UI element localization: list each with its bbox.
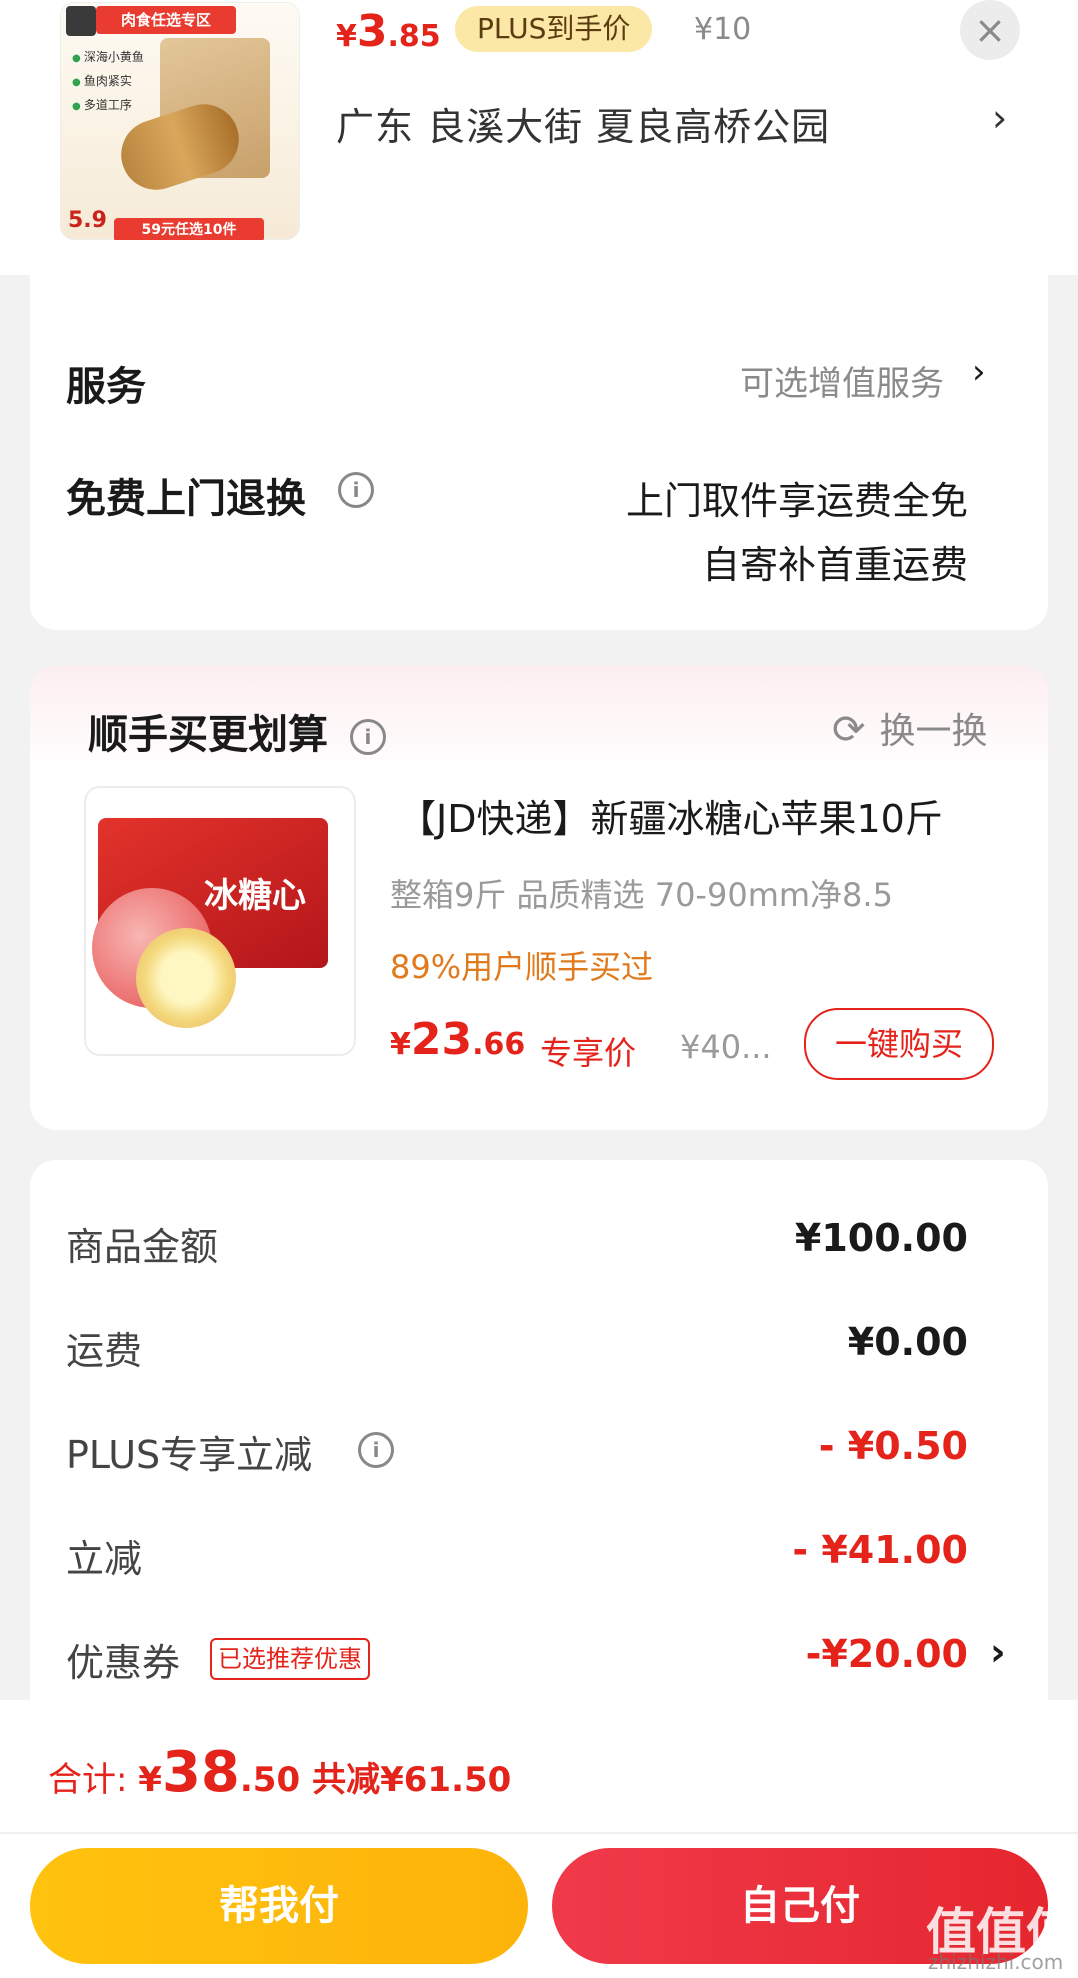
coupon-selected-tag: 已选推荐优惠 bbox=[210, 1638, 370, 1680]
watermark-url: zhizhizhi.com bbox=[928, 1950, 1064, 1974]
thumb-bullet: 多道工序 bbox=[72, 94, 144, 118]
coupon-label: 优惠券 bbox=[66, 1641, 181, 1685]
chevron-right-icon[interactable]: › bbox=[972, 352, 986, 392]
price-integer: 3 bbox=[356, 6, 388, 57]
service-label: 服务 bbox=[66, 364, 146, 410]
free-return-label: 免费上门退换 bbox=[66, 476, 306, 522]
box-label: 冰糖心 bbox=[204, 876, 306, 916]
one-click-buy-button[interactable]: 一键购买 bbox=[804, 1008, 994, 1080]
info-icon[interactable]: i bbox=[358, 1432, 394, 1468]
total-currency: ¥ bbox=[138, 1760, 162, 1800]
thumb-price: 5.9 bbox=[68, 208, 107, 233]
price-decimal: .85 bbox=[387, 19, 441, 54]
total-saved: 共减¥61.50 bbox=[312, 1760, 512, 1800]
info-icon[interactable]: i bbox=[338, 472, 374, 508]
refresh-icon: ⟳ bbox=[832, 707, 866, 753]
product-buyers: 89%用户顺手买过 bbox=[390, 948, 654, 986]
total-decimal: .50 bbox=[239, 1760, 301, 1800]
product-title[interactable]: 【JD快递】新疆冰糖心苹果10斤 bbox=[398, 788, 943, 843]
chevron-right-icon[interactable]: › bbox=[990, 1630, 1006, 1674]
product-image[interactable]: 冰糖心 bbox=[84, 786, 356, 1056]
thumb-promo: 59元任选10件 bbox=[114, 218, 264, 240]
product-price: ¥23.66 bbox=[390, 1014, 525, 1065]
help-me-pay-button[interactable]: 帮我付 bbox=[30, 1848, 528, 1964]
original-price: ¥10 bbox=[694, 12, 752, 47]
total-label: 合计: bbox=[48, 1760, 139, 1800]
price-currency: ¥ bbox=[336, 19, 357, 54]
free-return-line1: 上门取件享运费全免 bbox=[625, 479, 968, 523]
thumb-bullet: 鱼肉紧实 bbox=[72, 70, 144, 94]
thumb-tag: 肉食任选专区 bbox=[96, 6, 236, 34]
recommend-title-text: 顺手买更划算 bbox=[88, 712, 328, 758]
price-currency: ¥ bbox=[390, 1027, 411, 1062]
free-return-line2: 自寄补首重运费 bbox=[701, 543, 968, 587]
exclusive-label: 专享价 bbox=[540, 1034, 637, 1072]
goods-amount-label: 商品金额 bbox=[66, 1225, 219, 1269]
close-button[interactable]: × bbox=[960, 0, 1020, 60]
total-summary: 合计: ¥38.50 共减¥61.50 bbox=[48, 1740, 511, 1805]
close-icon: × bbox=[974, 8, 1006, 52]
price-decimal: .66 bbox=[472, 1027, 526, 1062]
refresh-button[interactable]: ⟳ 换一换 bbox=[832, 702, 988, 754]
coupon-value[interactable]: -¥20.00 bbox=[668, 1632, 968, 1676]
plus-price-badge: PLUS到手价 bbox=[455, 6, 653, 52]
service-value[interactable]: 可选增值服务 bbox=[740, 356, 944, 405]
price-integer: 23 bbox=[410, 1014, 473, 1065]
thumb-bullets: 深海小黄鱼 鱼肉紧实 多道工序 bbox=[72, 46, 144, 118]
plus-price: ¥3.85 bbox=[336, 6, 441, 57]
delivery-address[interactable]: 广东 良溪大街 夏良高桥公园 bbox=[336, 96, 830, 151]
info-icon[interactable]: i bbox=[349, 719, 386, 755]
thumb-bullet: 深海小黄鱼 bbox=[72, 46, 144, 70]
total-integer: 38 bbox=[161, 1740, 240, 1805]
product-original-price: ¥40... bbox=[680, 1028, 772, 1066]
product-description: 整箱9斤 品质精选 70-90mm净8.5 bbox=[390, 876, 893, 914]
product-thumbnail[interactable]: 肉食任选专区 深海小黄鱼 鱼肉紧实 多道工序 5.9 59元任选10件 bbox=[60, 2, 300, 240]
shipping-label: 运费 bbox=[66, 1329, 143, 1373]
instant-discount-label: 立减 bbox=[66, 1537, 143, 1581]
chevron-right-icon[interactable]: › bbox=[992, 96, 1007, 140]
recommend-title: 顺手买更划算 i bbox=[88, 702, 386, 760]
plus-discount-label: PLUS专享立减 bbox=[66, 1433, 313, 1477]
brand-logo bbox=[66, 6, 96, 36]
goods-amount-value: ¥100.00 bbox=[794, 1216, 968, 1260]
shipping-value: ¥0.00 bbox=[847, 1320, 968, 1364]
divider bbox=[0, 1832, 1078, 1834]
apple-slice-image bbox=[136, 928, 236, 1028]
instant-discount-value: - ¥41.00 bbox=[792, 1528, 968, 1572]
refresh-label: 换一换 bbox=[879, 711, 988, 752]
plus-discount-value: - ¥0.50 bbox=[818, 1424, 968, 1468]
